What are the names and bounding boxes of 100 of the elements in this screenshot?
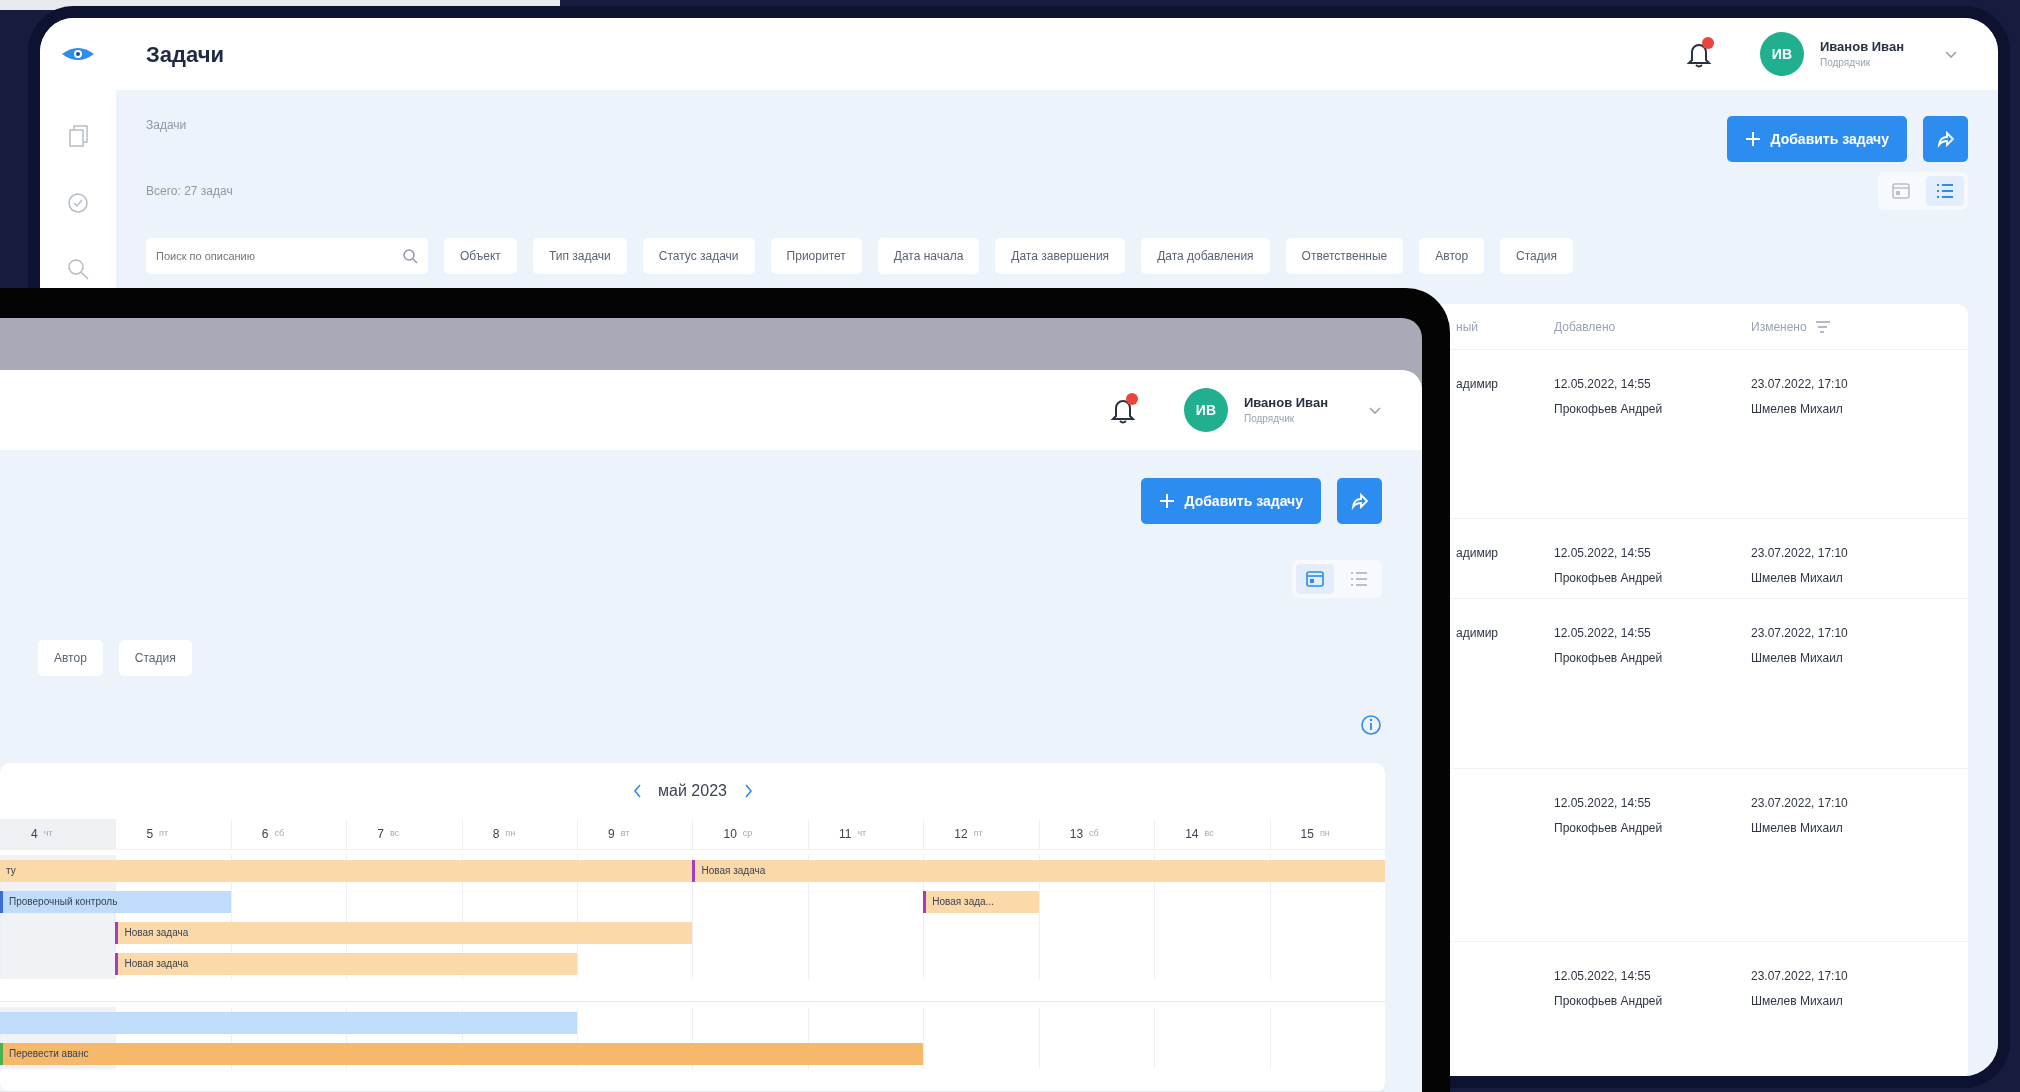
chevron-down-icon[interactable] [1368, 405, 1382, 415]
weekday-label: сб [1089, 827, 1099, 841]
day-number: 11 [838, 826, 852, 843]
calendar-icon [1305, 569, 1325, 589]
search-icon[interactable] [67, 258, 89, 280]
event-bar[interactable]: Новая задача [115, 921, 693, 944]
filter-button[interactable]: Стадия [1500, 238, 1573, 274]
search-field[interactable]: Поиск по описанию [146, 238, 428, 274]
filter-button[interactable]: Ответственные [1285, 238, 1404, 274]
share-button[interactable] [1923, 116, 1968, 162]
add-task-button[interactable]: Добавить задачу [1726, 116, 1907, 162]
avatar: ИВ [1183, 388, 1228, 432]
event-bar[interactable]: Перевести аванс [0, 1042, 924, 1065]
day-header[interactable]: 13 сб [1038, 819, 1155, 850]
filter-button[interactable]: Приоритет [770, 238, 862, 274]
day-number: 9 [608, 826, 615, 843]
chevron-down-icon[interactable] [1944, 49, 1958, 59]
plus-icon [1158, 493, 1175, 509]
check-circle-icon[interactable] [67, 192, 89, 214]
documents-icon[interactable] [67, 124, 89, 148]
month-label: май 2023 [658, 781, 727, 801]
weekday-label: чт [43, 827, 53, 841]
info-icon[interactable] [1360, 714, 1382, 736]
table-cell-text: 23.07.2022, 17:10 [1751, 545, 1849, 562]
add-task-button[interactable]: Добавить задачу [1140, 478, 1321, 524]
day-number: 15 [1300, 826, 1314, 843]
day-number: 5 [146, 826, 154, 843]
weekday-label: пн [1319, 827, 1330, 841]
day-header[interactable]: 15 пн [1269, 819, 1385, 850]
table-cell-text: 23.07.2022, 17:10 [1751, 968, 1849, 985]
filter-button[interactable]: Статус задачи [642, 238, 755, 274]
filter-button[interactable]: Тип задачи [532, 238, 627, 274]
day-header[interactable]: 5 пт [115, 819, 231, 850]
event-bar[interactable]: Новая зада... [923, 890, 1039, 913]
chevron-right-icon[interactable] [742, 783, 753, 799]
user-name: Иванов Иван [1243, 394, 1328, 411]
weekday-label: пн [505, 827, 516, 841]
day-header[interactable]: 8 пн [461, 819, 578, 850]
filter-button[interactable]: Автор [38, 640, 103, 676]
table-cell-text: 12.05.2022, 14:55 [1554, 376, 1652, 393]
table-cell-text: адимир [1456, 625, 1499, 642]
weekday-label: чт [857, 827, 867, 841]
table-cell-text: адимир [1456, 376, 1499, 393]
weekday-label: вс [1204, 827, 1214, 841]
table-cell-text: Шмелев Михаил [1751, 650, 1844, 667]
page-title: Задачи [146, 40, 224, 69]
list-view-button[interactable] [1926, 176, 1964, 206]
weekday-label: вт [620, 827, 630, 841]
day-header[interactable]: 11 чт [807, 819, 924, 850]
day-header[interactable]: 9 вт [577, 819, 693, 850]
day-number: 7 [377, 826, 384, 843]
user-role: Подрядчик [1819, 55, 1872, 70]
filter-button[interactable]: Стадия [118, 640, 192, 676]
filter-button[interactable]: Дата добавления [1141, 238, 1270, 274]
filter-button[interactable]: Объект [444, 238, 517, 274]
filter-button[interactable]: Дата начала [877, 238, 980, 274]
filter-button[interactable]: Дата завершения [995, 238, 1126, 274]
chevron-left-icon[interactable] [632, 783, 643, 799]
table-cell-text: Шмелев Михаил [1751, 820, 1844, 837]
avatar: ИВ [1759, 32, 1804, 76]
day-header[interactable]: 4 чт [0, 819, 116, 850]
table-cell-text: Прокофьев Андрей [1554, 401, 1664, 418]
table-cell-text: Прокофьев Андрей [1554, 993, 1664, 1010]
day-number: 4 [31, 826, 38, 843]
table-cell-text: Шмелев Михаил [1751, 993, 1844, 1010]
event-bar[interactable]: Проверочный контроль [0, 890, 231, 913]
weekday-label: сб [274, 827, 285, 841]
table-cell-text: адимир [1456, 545, 1499, 562]
table-cell-text: 12.05.2022, 14:55 [1554, 968, 1652, 985]
event-bar[interactable] [0, 1011, 578, 1034]
event-bar[interactable]: ту [0, 859, 693, 882]
table-cell-text: Шмелев Михаил [1751, 401, 1844, 418]
plus-icon [1744, 131, 1761, 147]
day-header[interactable]: 12 пт [923, 819, 1039, 850]
table-cell-text: Шмелев Михаил [1751, 570, 1844, 587]
day-header[interactable]: 14 вс [1154, 819, 1270, 850]
weekday-label: пт [973, 827, 983, 841]
event-bar[interactable]: Новая задача [692, 859, 1385, 882]
sort-icon[interactable] [1814, 319, 1831, 334]
table-cell-text: Прокофьев Андрей [1554, 650, 1664, 667]
calendar-view-button[interactable] [1296, 564, 1334, 594]
share-button[interactable] [1337, 478, 1382, 524]
list-icon [1349, 569, 1369, 589]
table-cell-text: 12.05.2022, 14:55 [1554, 795, 1652, 812]
day-number: 14 [1185, 826, 1199, 843]
weekday-label: пт [159, 827, 169, 841]
day-header[interactable]: 10 ср [692, 819, 808, 850]
weekday-label: ср [742, 827, 753, 841]
table-cell-text: Прокофьев Андрей [1554, 820, 1664, 837]
share-icon [1935, 130, 1956, 148]
event-bar[interactable]: Новая задача [115, 952, 578, 975]
filter-button[interactable]: Автор [1419, 238, 1485, 274]
user-name: Иванов Иван [1819, 38, 1904, 55]
day-header[interactable]: 6 сб [230, 819, 347, 850]
search-icon [402, 248, 418, 264]
list-icon [1935, 181, 1955, 201]
task-count: Всего: 27 задач [146, 183, 233, 200]
table-cell-text: 12.05.2022, 14:55 [1554, 545, 1652, 562]
day-header[interactable]: 7 вс [346, 819, 462, 850]
weekday-label: вс [389, 827, 400, 841]
